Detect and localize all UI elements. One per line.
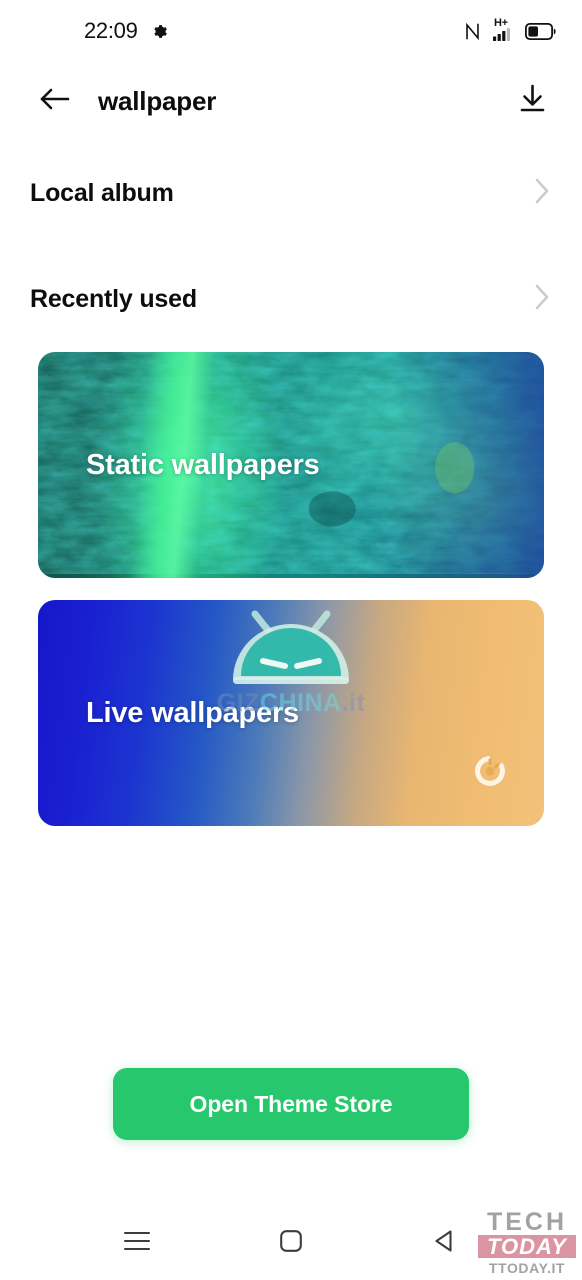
arrow-left-icon	[37, 84, 71, 119]
card-static-wallpapers[interactable]: Static wallpapers	[38, 352, 544, 578]
quick-links-list: Local album Recently used	[0, 140, 582, 352]
status-bar-left: 22:09	[84, 20, 169, 42]
app-bar: wallpaper	[0, 62, 582, 140]
recents-button[interactable]	[101, 1214, 173, 1272]
status-clock: 22:09	[84, 18, 138, 43]
system-navigation-bar: TECH TODAY TTODAY.IT	[0, 1206, 582, 1280]
techtoday-watermark: TECH TODAY TTODAY.IT	[478, 1207, 576, 1276]
triangle-back-icon	[431, 1227, 459, 1260]
download-icon	[517, 83, 548, 119]
battery-icon	[525, 22, 556, 40]
card-live-wallpapers[interactable]: Live wallpapers	[38, 600, 544, 826]
back-nav-button[interactable]	[409, 1214, 481, 1272]
square-home-icon	[278, 1228, 304, 1259]
card-label: Live wallpapers	[86, 696, 299, 729]
list-item-recently-used[interactable]: Recently used	[30, 246, 552, 352]
home-button[interactable]	[255, 1214, 327, 1272]
list-item-label: Local album	[30, 178, 174, 207]
card-label: Static wallpapers	[86, 448, 320, 481]
cta-section: Open Theme Store	[0, 1068, 582, 1206]
loading-spinner-icon	[474, 755, 506, 792]
wallpaper-cards: Static wallpapers Live wallpapers	[0, 352, 582, 826]
nfc-icon	[464, 22, 481, 41]
list-item-local-album[interactable]: Local album	[30, 140, 552, 246]
page-title: wallpaper	[98, 85, 217, 116]
chevron-right-icon	[532, 175, 552, 212]
status-bar: 22:09 H+	[0, 0, 582, 62]
open-theme-store-button[interactable]: Open Theme Store	[113, 1068, 469, 1140]
techtoday-line1: TECH	[486, 1207, 568, 1236]
network-type-label: H+	[494, 16, 508, 29]
chevron-right-icon	[532, 281, 552, 318]
status-bar-right: H+	[464, 16, 556, 42]
phone-screen: 22:09 H+ wallpaper Local album Recently …	[0, 0, 582, 1280]
download-button[interactable]	[506, 75, 558, 127]
back-button[interactable]	[28, 75, 80, 127]
menu-lines-icon	[120, 1228, 154, 1259]
gear-icon	[150, 22, 169, 41]
signal-bars-icon: H+	[492, 16, 514, 42]
list-item-label: Recently used	[30, 284, 197, 313]
techtoday-line3: TTODAY.IT	[488, 1260, 566, 1276]
techtoday-line2: TODAY	[478, 1234, 576, 1258]
